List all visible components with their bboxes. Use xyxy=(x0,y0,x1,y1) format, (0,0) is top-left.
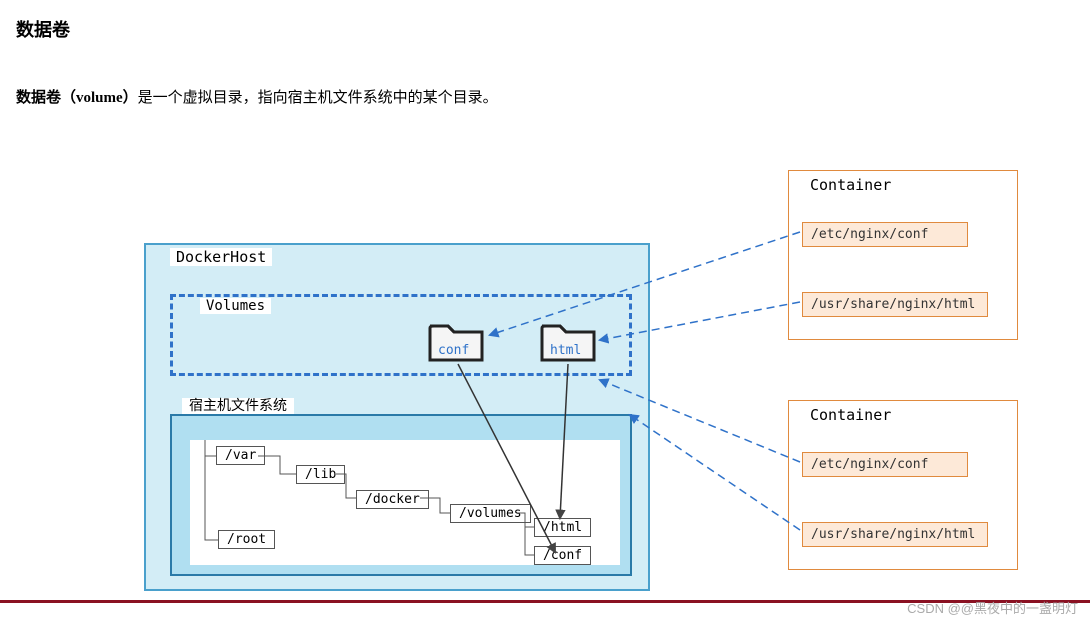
subtitle-rest: 是一个虚拟目录，指向宿主机文件系统中的某个目录。 xyxy=(138,90,498,106)
host-filesystem-label: 宿主机文件系统 xyxy=(182,398,294,414)
folder-html-label: html xyxy=(550,343,581,358)
node-var: /var xyxy=(216,446,265,465)
dockerhost-label: DockerHost xyxy=(170,248,272,266)
node-docker: /docker xyxy=(356,490,429,509)
path-html-2: /usr/share/nginx/html xyxy=(802,522,988,547)
subtitle-bold: 数据卷（volume） xyxy=(16,90,138,106)
path-html-1: /usr/share/nginx/html xyxy=(802,292,988,317)
path-conf-2: /etc/nginx/conf xyxy=(802,452,968,477)
watermark: CSDN @@黑夜中的一盏明灯 xyxy=(907,598,1078,617)
node-lib: /lib xyxy=(296,465,345,484)
node-html: /html xyxy=(534,518,591,537)
folder-conf-label: conf xyxy=(438,343,469,358)
container-label-1: Container xyxy=(804,176,897,194)
node-root: /root xyxy=(218,530,275,549)
node-conf: /conf xyxy=(534,546,591,565)
page-subtitle: 数据卷（volume）是一个虚拟目录，指向宿主机文件系统中的某个目录。 xyxy=(16,86,498,107)
page-title: 数据卷 xyxy=(16,16,70,42)
folder-conf-icon: conf xyxy=(426,316,486,364)
folder-html-icon: html xyxy=(538,316,598,364)
node-volumes: /volumes xyxy=(450,504,531,523)
path-conf-1: /etc/nginx/conf xyxy=(802,222,968,247)
volumes-label: Volumes xyxy=(200,298,271,314)
container-label-2: Container xyxy=(804,406,897,424)
